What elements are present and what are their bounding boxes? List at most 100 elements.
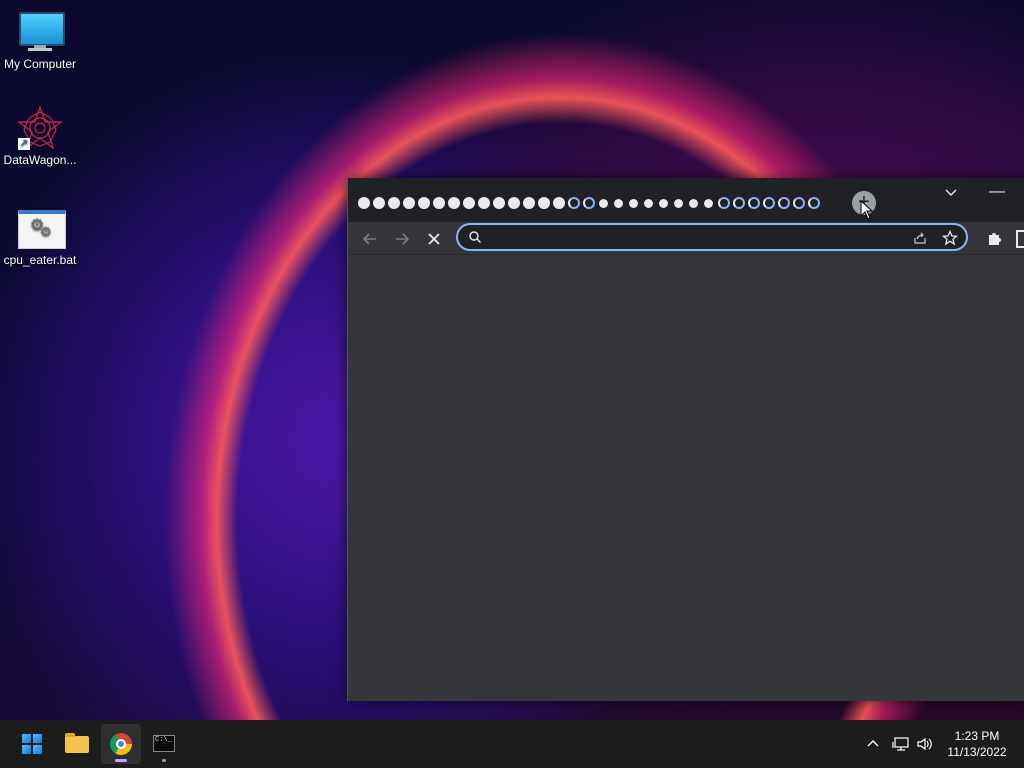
tab-list (356, 193, 821, 213)
file-explorer-button[interactable] (57, 724, 97, 764)
browser-tab[interactable] (596, 193, 611, 213)
browser-tab[interactable] (746, 193, 761, 213)
network-icon[interactable] (892, 736, 910, 752)
globe-icon (807, 197, 820, 209)
arrow-left-icon (362, 233, 376, 245)
globe-icon (477, 197, 490, 209)
browser-tab[interactable] (521, 193, 536, 213)
browser-tab[interactable] (761, 193, 776, 213)
side-panel-icon[interactable] (1016, 230, 1024, 248)
taskbar: C:\_ 1:23 PM 11/13/2022 (0, 720, 1024, 768)
browser-tab[interactable] (716, 193, 731, 213)
browser-tab[interactable] (701, 193, 716, 213)
globe-icon (689, 198, 698, 208)
forward-button[interactable] (389, 226, 415, 252)
globe-icon (717, 197, 730, 209)
globe-icon (614, 198, 623, 208)
desktop-icon-my-computer[interactable]: My Computer (0, 10, 80, 71)
globe-icon (732, 197, 745, 209)
globe-icon (462, 197, 475, 209)
globe-icon (599, 198, 608, 208)
page-content-area (348, 254, 1024, 701)
browser-tab[interactable] (446, 193, 461, 213)
browser-tab[interactable] (476, 193, 491, 213)
browser-tab[interactable] (626, 193, 641, 213)
globe-icon (582, 197, 595, 209)
arrow-right-icon (396, 233, 410, 245)
clock-time: 1:23 PM (954, 729, 1000, 743)
browser-tab[interactable] (551, 193, 566, 213)
running-indicator (162, 759, 166, 762)
browser-tab[interactable] (371, 193, 386, 213)
folder-icon (65, 733, 89, 753)
batch-file-icon: ⚙ ⚙ (18, 206, 66, 250)
browser-toolbar (348, 222, 1024, 254)
start-button[interactable] (12, 724, 52, 764)
monitor-icon (18, 10, 65, 54)
address-bar[interactable] (456, 223, 968, 251)
bookmark-star-icon[interactable] (942, 230, 958, 246)
browser-tab[interactable] (581, 193, 596, 213)
browser-tab[interactable] (386, 193, 401, 213)
globe-icon (357, 197, 370, 209)
browser-tab[interactable] (356, 193, 371, 213)
browser-tab[interactable] (791, 193, 806, 213)
globe-icon (777, 197, 790, 209)
globe-icon (402, 197, 415, 209)
close-icon (428, 233, 440, 245)
datawagon-star-icon: ↗ (18, 106, 62, 150)
globe-icon (659, 198, 668, 208)
desktop-icon-label: My Computer (3, 57, 77, 71)
globe-icon (704, 198, 713, 208)
browser-tab[interactable] (731, 193, 746, 213)
address-input[interactable] (488, 228, 912, 248)
globe-icon (447, 197, 460, 209)
browser-tab[interactable] (401, 193, 416, 213)
browser-tab[interactable] (776, 193, 791, 213)
active-indicator (115, 759, 127, 762)
globe-icon (644, 198, 653, 208)
browser-tab[interactable] (641, 193, 656, 213)
browser-tab[interactable] (506, 193, 521, 213)
globe-icon (629, 198, 638, 208)
search-icon (469, 231, 481, 243)
browser-tab[interactable] (611, 193, 626, 213)
system-clock[interactable]: 1:23 PM 11/13/2022 (940, 728, 1014, 760)
desktop-icon-cpu-eater[interactable]: ⚙ ⚙ cpu_eater.bat (0, 206, 80, 267)
chrome-taskbar-button[interactable] (101, 724, 141, 764)
browser-tab[interactable] (566, 193, 581, 213)
extensions-puzzle-icon[interactable] (986, 229, 1004, 247)
browser-tab[interactable] (806, 193, 821, 213)
browser-tab[interactable] (656, 193, 671, 213)
terminal-icon: C:\_ (153, 735, 175, 752)
minimize-button[interactable]: — (984, 182, 1010, 204)
globe-icon (792, 197, 805, 209)
browser-tab[interactable] (491, 193, 506, 213)
globe-icon (417, 197, 430, 209)
globe-icon (537, 197, 550, 209)
desktop-icon-label: cpu_eater.bat (3, 253, 77, 267)
globe-icon (747, 197, 760, 209)
terminal-taskbar-button[interactable]: C:\_ (144, 724, 184, 764)
share-icon[interactable] (912, 230, 928, 246)
stop-loading-button[interactable] (421, 226, 447, 252)
volume-icon[interactable] (916, 736, 934, 752)
shortcut-arrow-icon: ↗ (18, 138, 30, 150)
back-button[interactable] (357, 226, 383, 252)
browser-tab[interactable] (416, 193, 431, 213)
browser-tab[interactable] (431, 193, 446, 213)
show-hidden-icons-chevron-icon[interactable] (866, 737, 880, 751)
globe-icon (507, 197, 520, 209)
browser-tab[interactable] (671, 193, 686, 213)
browser-tab[interactable] (686, 193, 701, 213)
globe-icon (674, 198, 683, 208)
desktop-icon-datawagon[interactable]: ↗ DataWagon... (0, 106, 80, 167)
browser-tab[interactable] (536, 193, 551, 213)
browser-window: + — (347, 178, 1024, 701)
chrome-icon (110, 733, 132, 755)
tab-search-chevron-icon[interactable] (940, 184, 962, 206)
globe-icon (567, 197, 580, 209)
browser-tab[interactable] (461, 193, 476, 213)
globe-icon (522, 197, 535, 209)
globe-icon (492, 197, 505, 209)
